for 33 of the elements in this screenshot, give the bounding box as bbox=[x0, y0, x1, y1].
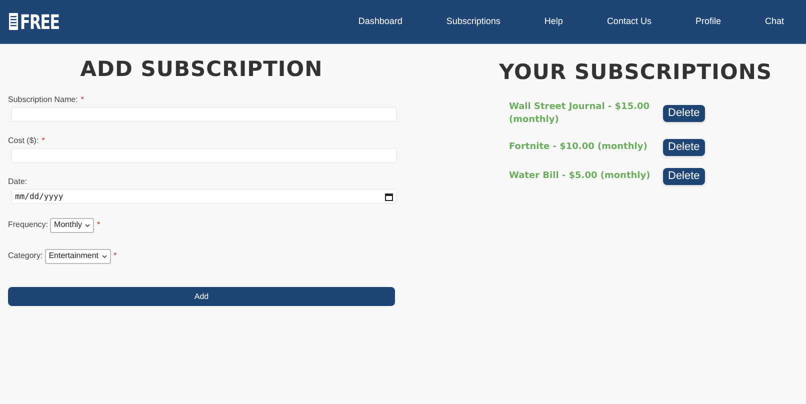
subscriptions-title: YOUR SUBSCRIPTIONS bbox=[499, 59, 774, 86]
subscription-entry: Wall Street Journal - $15.00 (monthly) bbox=[509, 100, 651, 126]
chevron-icon bbox=[102, 254, 106, 258]
required-mark: * bbox=[97, 219, 100, 231]
date-placeholder: mm/dd/yyyy bbox=[15, 190, 64, 202]
logo-text: FREE bbox=[20, 12, 60, 32]
chevron-icon bbox=[85, 224, 90, 226]
subscription-entry: Water Bill - $5.00 (monthly) bbox=[509, 170, 652, 182]
add-button[interactable]: Add bbox=[8, 287, 395, 306]
field-label: Cost ($): bbox=[8, 135, 39, 147]
select-dropdown[interactable]: Monthly bbox=[50, 218, 94, 232]
field-label: Frequency: bbox=[8, 219, 48, 231]
required-mark: * bbox=[42, 135, 45, 147]
nav-link[interactable]: Profile bbox=[673, 14, 743, 28]
delete-button[interactable]: Delete bbox=[663, 138, 705, 156]
nav-link[interactable]: Help bbox=[522, 14, 585, 28]
select-dropdown[interactable]: Entertainment bbox=[44, 248, 110, 264]
form-title: ADD SUBSCRIPTION bbox=[79, 57, 324, 81]
nav-link[interactable]: Dashboard bbox=[336, 14, 424, 28]
nav-link[interactable]: Contact Us bbox=[584, 14, 674, 28]
nav-link[interactable]: Chat bbox=[742, 14, 806, 28]
nav-link[interactable]: Subscriptions bbox=[424, 14, 522, 28]
field-label: Subscription Name: bbox=[8, 94, 78, 106]
calendar-icon[interactable] bbox=[385, 192, 393, 200]
logo-icon bbox=[9, 13, 18, 30]
delete-button[interactable]: Delete bbox=[663, 168, 705, 184]
field-label: Date: bbox=[8, 176, 28, 188]
delete-button[interactable]: Delete bbox=[663, 105, 705, 122]
subscription-entry: Fortnite - $10.00 (monthly) bbox=[509, 140, 648, 154]
required-mark: * bbox=[80, 94, 84, 106]
field-label: Category: bbox=[8, 250, 43, 262]
required-mark: * bbox=[114, 250, 117, 262]
date-field[interactable]: mm/dd/yyyy bbox=[11, 189, 397, 204]
